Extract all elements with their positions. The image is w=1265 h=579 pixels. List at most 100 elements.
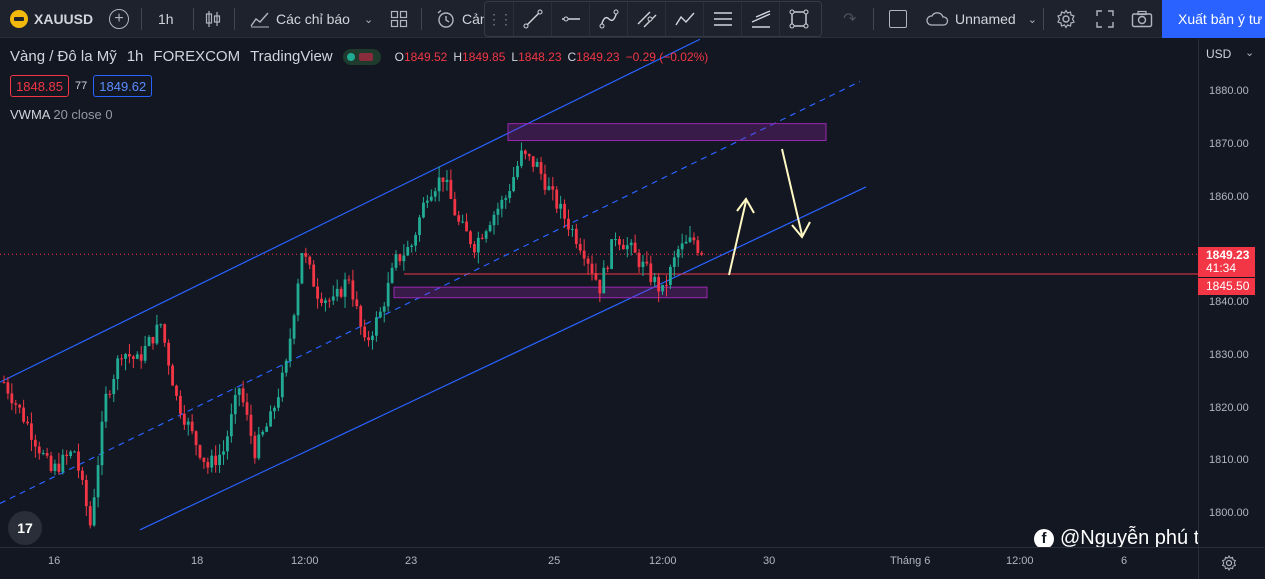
candle-body — [237, 388, 241, 395]
drawing-toolbar: ⋮⋮ — [484, 1, 822, 37]
time-tick-label: Tháng 6 — [890, 555, 931, 567]
candle-body — [37, 446, 41, 454]
candle-body — [555, 189, 559, 209]
candle-body — [618, 239, 621, 245]
candle-body — [61, 454, 65, 472]
ohlc-key: H — [453, 49, 463, 64]
chart-pane[interactable] — [0, 39, 1198, 547]
candles-icon — [205, 11, 221, 27]
price-tick-label: 1810.00 — [1209, 454, 1249, 467]
candle-body — [194, 431, 198, 446]
indicators-button[interactable]: Các chỉ báo ⌄ — [250, 0, 373, 38]
sell-button[interactable]: 1848.85 — [10, 75, 69, 97]
candle-body — [312, 264, 316, 287]
candle-body — [637, 252, 641, 268]
parallel-channel-tool[interactable] — [627, 2, 665, 36]
market-status-badge[interactable] — [342, 48, 381, 65]
channel-lower-line[interactable] — [139, 186, 867, 531]
fullscreen-button[interactable] — [1096, 0, 1114, 38]
candle-body — [151, 336, 155, 344]
interval-button[interactable]: 1h — [158, 0, 174, 38]
layout-name-button[interactable]: Unnamed ⌄ — [925, 0, 1037, 38]
candle-body — [598, 279, 602, 294]
candle-body — [551, 186, 555, 190]
candle-body — [610, 239, 613, 269]
publish-idea-button[interactable]: Xuất bản ý tư — [1162, 0, 1265, 38]
candle-body — [422, 202, 425, 218]
candle-body — [73, 451, 76, 453]
candle-body — [367, 337, 370, 341]
indicator-legend[interactable]: VWMA 20 close 0 — [10, 107, 113, 122]
candle-body — [65, 454, 69, 456]
price-tick-label: 1820.00 — [1209, 401, 1249, 414]
horizontal-ray-tool[interactable] — [551, 2, 589, 36]
templates-button[interactable] — [390, 0, 408, 38]
candle-body — [680, 243, 684, 250]
curve-tool[interactable] — [589, 2, 627, 36]
layout-select-button[interactable] — [889, 0, 907, 38]
candle-body — [398, 254, 402, 262]
candle-body — [382, 306, 386, 312]
cloud-icon — [926, 12, 949, 26]
ohlc-item: C1849.23 — [568, 50, 620, 64]
price-tick-label: 1860.00 — [1209, 190, 1249, 203]
candle-body — [559, 203, 563, 209]
time-axis[interactable]: 16 18 12:00 23 25 12:00 30 Tháng 6 12:00 6 — [0, 547, 1198, 579]
candle-body — [210, 455, 214, 468]
pattern-tool[interactable] — [665, 2, 703, 36]
candle-body — [343, 279, 347, 297]
alarm-clock-icon — [437, 9, 454, 28]
candle-body — [81, 470, 84, 480]
candle-body — [449, 179, 453, 199]
rectangle-tool[interactable] — [779, 2, 817, 36]
alert-button[interactable]: Cản — [436, 0, 488, 38]
snapshot-button[interactable] — [1131, 0, 1153, 38]
drag-handle-icon[interactable]: ⋮⋮ — [485, 11, 513, 28]
candle-body — [574, 228, 578, 244]
chart-type-button[interactable] — [204, 0, 222, 38]
chevron-down-icon[interactable]: ⌄ — [1245, 46, 1254, 59]
candle-body — [516, 165, 519, 178]
candle-body — [147, 336, 151, 347]
candle-body — [320, 298, 323, 304]
candle-body — [692, 237, 696, 241]
redo-button[interactable]: ↷ — [843, 0, 856, 38]
candle-body — [327, 300, 331, 302]
candle-body — [386, 282, 390, 307]
candle-body — [390, 267, 394, 283]
price-chart[interactable] — [0, 39, 1198, 547]
candle-body — [433, 191, 437, 197]
candle-body — [359, 306, 363, 327]
candle-body — [116, 358, 120, 380]
toolbar-divider — [1043, 8, 1044, 30]
candle-body — [469, 231, 472, 244]
candle-body — [112, 379, 116, 395]
settings-button[interactable] — [1056, 0, 1076, 38]
currency-label[interactable]: USD — [1206, 47, 1231, 61]
candle-body — [245, 402, 249, 415]
fib-retracement-tool[interactable] — [703, 2, 741, 36]
market-open-dot-icon — [346, 52, 355, 61]
buy-button[interactable]: 1849.62 — [93, 75, 153, 97]
candle-body — [304, 253, 308, 257]
compare-button[interactable]: + — [109, 0, 129, 38]
candle-body — [335, 288, 339, 297]
candle-body — [394, 254, 398, 268]
legend-exchange: FOREXCOM — [153, 48, 241, 65]
symbol-description[interactable]: Vàng / Đô la Mỹ — [10, 48, 117, 65]
indicators-icon — [250, 12, 269, 28]
candle-body — [547, 186, 551, 190]
trend-line-icon — [523, 9, 542, 29]
tradingview-logo[interactable]: 17 — [8, 511, 42, 545]
ohlc-value: 1849.52 — [403, 49, 448, 64]
symbol-search-button[interactable]: XAUUSD — [10, 0, 93, 38]
price-tick-label: 1880.00 — [1209, 85, 1249, 97]
candle-body — [661, 284, 664, 292]
candle-body — [657, 276, 661, 292]
candle-body — [586, 258, 590, 264]
time-tick-label: 23 — [405, 555, 418, 567]
fib-fan-tool[interactable] — [741, 2, 779, 36]
axis-settings-corner[interactable] — [1198, 547, 1265, 579]
trend-line-tool[interactable] — [513, 2, 551, 36]
candle-body — [120, 358, 123, 360]
